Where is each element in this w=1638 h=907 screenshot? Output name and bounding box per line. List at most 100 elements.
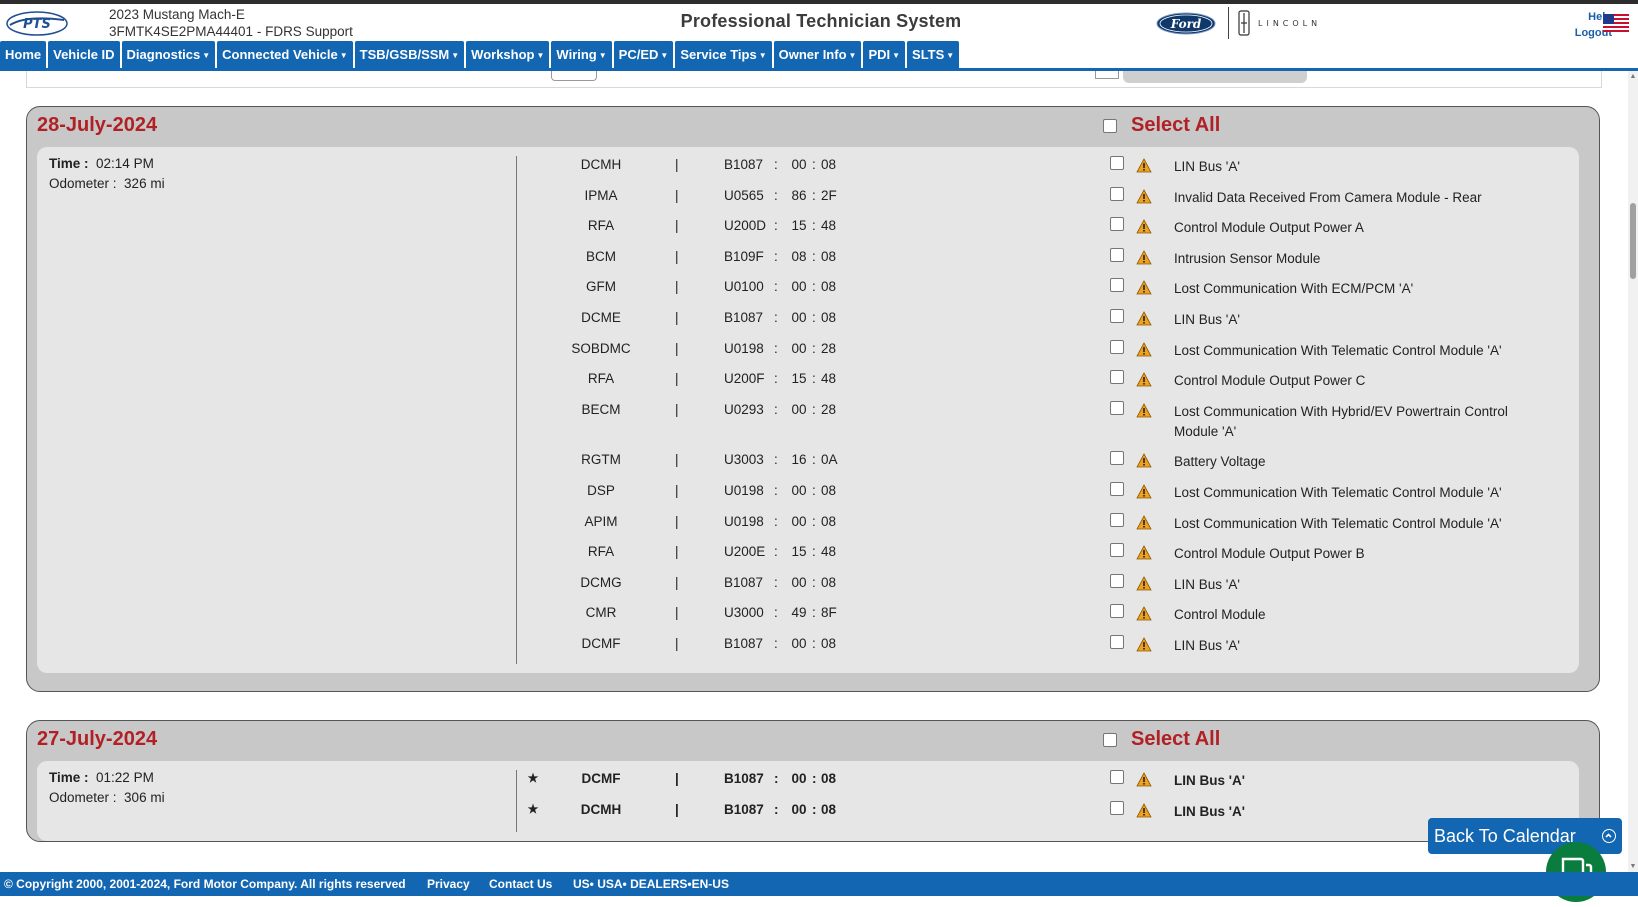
dtc-byte1: 00 <box>791 279 807 295</box>
select-all-label: Select All <box>1131 728 1221 750</box>
filter-button[interactable] <box>1123 71 1307 83</box>
caret-down-icon: ▼ <box>536 51 545 60</box>
help-link[interactable]: Help <box>1540 9 1612 25</box>
footer-contact-link[interactable]: Contact Us <box>489 872 552 896</box>
nav-item-label: Diagnostics <box>126 47 201 62</box>
dtc-separator: | <box>675 544 679 560</box>
dtc-module: GFM <box>586 279 616 295</box>
nav-item-home[interactable]: Home <box>0 41 47 68</box>
nav-item-workshop[interactable]: Workshop ▼ <box>466 41 550 68</box>
nav-item-label: Service Tips <box>680 47 757 62</box>
dtc-colon: : <box>812 452 816 468</box>
dtc-checkbox[interactable] <box>1110 482 1124 496</box>
dtc-module: RFA <box>587 544 615 560</box>
dtc-byte2: 08 <box>821 801 837 817</box>
nav-item-label: SLTS <box>912 47 945 62</box>
dtc-colon: : <box>774 218 778 234</box>
dtc-byte2: 2F <box>821 187 837 203</box>
dtc-colon: : <box>812 310 816 325</box>
dtc-checkbox[interactable] <box>1110 400 1124 415</box>
select-all-checkbox[interactable] <box>1103 118 1117 133</box>
nav-item-label: Connected Vehicle <box>222 47 338 62</box>
content-area: 28-July-2024 Select All Time : 02:14 PM Odo… <box>0 71 1628 872</box>
dtc-colon: : <box>774 801 779 817</box>
dtc-separator: | <box>675 157 679 172</box>
dtc-row: GFM | U0100:00:08 Lost Communication With E… <box>37 278 1579 299</box>
footer-copyright: © Copyright 2000, 2001-2024, Ford Motor … <box>4 877 406 891</box>
dtc-code: U200D <box>724 218 767 234</box>
dtc-byte2: 08 <box>821 574 837 590</box>
dtc-checkbox[interactable] <box>1110 512 1124 527</box>
dtc-description: Lost Communication With Telematic Contro… <box>1174 342 1502 358</box>
dtc-colon: : <box>774 771 779 786</box>
dtc-row: IPMA | U0565:86:2F Invalid Data Received Fr… <box>37 186 1579 208</box>
dtc-checkbox[interactable] <box>1110 370 1124 385</box>
dtc-row: DCMH | B1087:00:08 LIN Bus 'A' <box>37 156 1579 177</box>
dtc-description: LIN Bus 'A' <box>1174 773 1245 788</box>
dtc-code: U3003 <box>724 452 764 468</box>
dtc-checkbox[interactable] <box>1110 770 1124 784</box>
nav-item-owner-info[interactable]: Owner Info ▼ <box>773 41 862 68</box>
dtc-checkbox[interactable] <box>1110 186 1124 201</box>
dtc-row: RFA | U200F:15:48 Control Module Output Pow… <box>37 370 1579 391</box>
nav-item-pc-ed[interactable]: PC/ED ▼ <box>613 41 674 68</box>
nav-item-service-tips[interactable]: Service Tips ▼ <box>675 41 772 68</box>
dtc-colon: : <box>812 187 816 203</box>
warning-icon <box>1136 158 1152 173</box>
us-flag-icon[interactable] <box>1603 14 1629 32</box>
dtc-checkbox[interactable] <box>1110 635 1124 649</box>
dtc-checkbox[interactable] <box>1110 543 1124 558</box>
dtc-module: CMR <box>585 605 617 621</box>
dtc-byte2: 08 <box>821 157 837 172</box>
nav-item-diagnostics[interactable]: Diagnostics ▼ <box>121 41 216 68</box>
nav-item-pdi[interactable]: PDI ▼ <box>863 41 906 68</box>
dtc-separator: | <box>675 248 679 264</box>
scrollbar[interactable]: ▲ ▼ <box>1628 71 1638 872</box>
dtc-byte2: 48 <box>821 544 837 560</box>
select-all-checkbox[interactable] <box>1103 732 1117 747</box>
dtc-checkbox[interactable] <box>1110 339 1124 354</box>
dtc-checkbox[interactable] <box>1110 800 1124 815</box>
warning-icon <box>1136 280 1152 295</box>
dtc-checkbox[interactable] <box>1110 309 1124 323</box>
dtc-byte1: 00 <box>791 157 807 172</box>
dtc-checkbox[interactable] <box>1110 451 1124 466</box>
scroll-up-icon[interactable]: ▲ <box>1628 73 1638 80</box>
scroll-thumb[interactable] <box>1630 203 1636 279</box>
dtc-code: U0293 <box>724 401 764 417</box>
footer-privacy-link[interactable]: Privacy <box>427 872 470 896</box>
dtc-separator: | <box>675 218 679 234</box>
nav-item-slts[interactable]: SLTS ▼ <box>907 41 960 68</box>
pts-logo[interactable]: PTS <box>6 11 68 36</box>
help-links: Help Logout <box>1540 9 1612 41</box>
dtc-checkbox[interactable] <box>1110 247 1124 262</box>
filter-input[interactable] <box>551 71 597 81</box>
nav-item-label: PC/ED <box>618 47 659 62</box>
caret-down-icon: ▼ <box>892 51 901 60</box>
dtc-row: APIM | U0198:00:08 Lost Communication With … <box>37 512 1579 534</box>
print-icon[interactable] <box>1095 71 1119 79</box>
logout-link[interactable]: Logout <box>1540 25 1612 41</box>
warning-icon <box>1136 402 1152 418</box>
dtc-byte2: 08 <box>821 483 837 498</box>
dtc-module: DCMF <box>581 771 621 786</box>
nav-item-vehicle-id[interactable]: Vehicle ID <box>48 41 120 68</box>
dtc-checkbox[interactable] <box>1110 156 1124 170</box>
dtc-checkbox[interactable] <box>1110 278 1124 293</box>
dtc-checkbox[interactable] <box>1110 604 1124 619</box>
caret-down-icon: ▼ <box>848 51 857 60</box>
dtc-colon: : <box>774 513 778 529</box>
nav-item-connected-vehicle[interactable]: Connected Vehicle ▼ <box>217 41 353 68</box>
dtc-checkbox[interactable] <box>1110 217 1124 232</box>
warning-icon <box>1136 606 1152 621</box>
scroll-down-icon[interactable]: ▼ <box>1628 863 1638 870</box>
dtc-module: BCM <box>586 248 616 264</box>
warning-icon <box>1136 802 1152 818</box>
dtc-description: Control Module <box>1174 607 1266 623</box>
dtc-code: B1087 <box>724 310 764 325</box>
dtc-description: Lost Communication With ECM/PCM 'A' <box>1174 281 1414 297</box>
dtc-colon: : <box>774 452 778 468</box>
dtc-checkbox[interactable] <box>1110 573 1124 588</box>
nav-item-tsb-gsb-ssm[interactable]: TSB/GSB/SSM ▼ <box>354 41 465 68</box>
nav-item-wiring[interactable]: Wiring ▼ <box>551 41 612 68</box>
